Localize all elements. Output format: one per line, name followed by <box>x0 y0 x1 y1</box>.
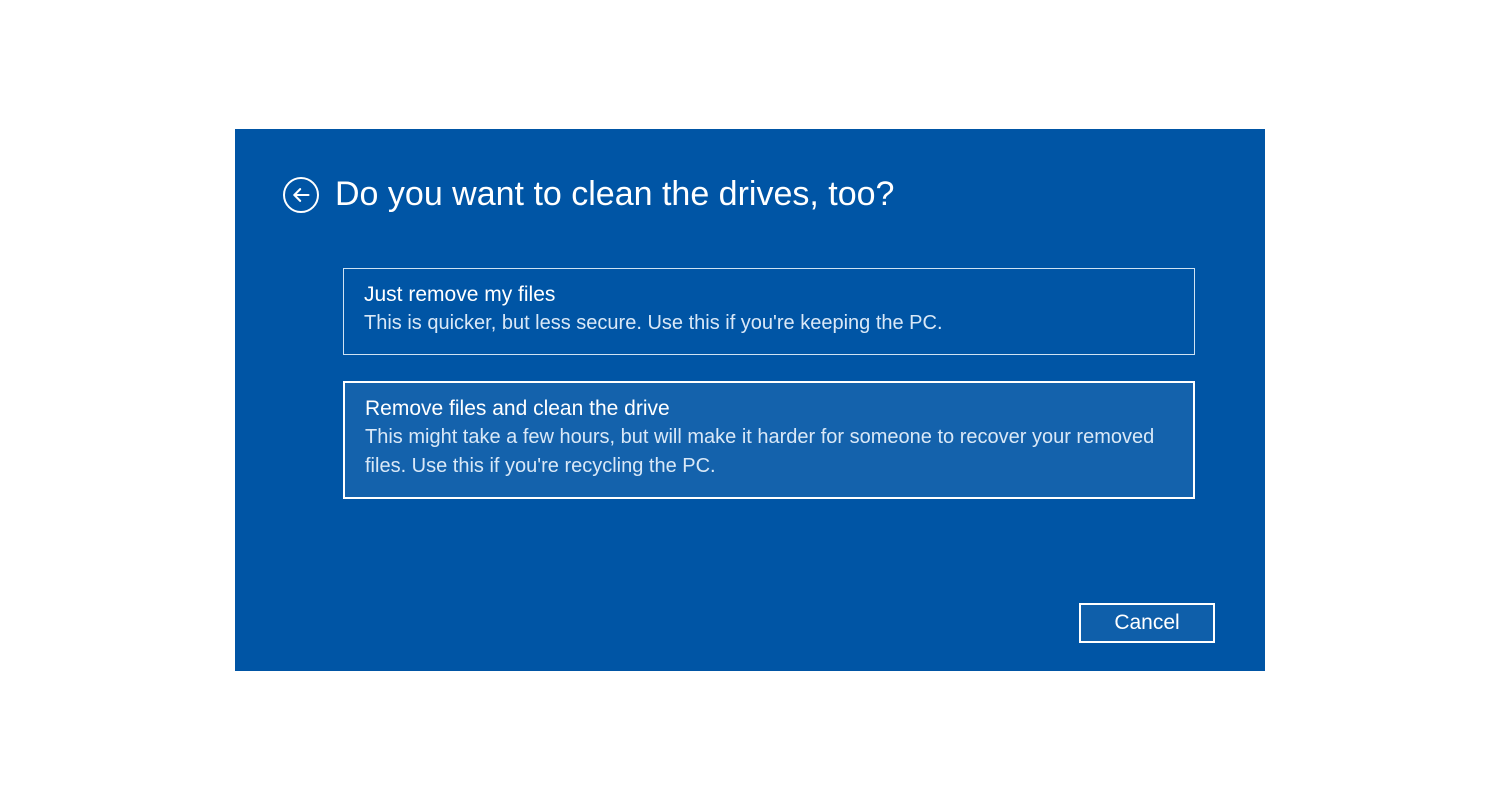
back-arrow-icon[interactable] <box>283 177 319 213</box>
option-description: This is quicker, but less secure. Use th… <box>364 309 1174 338</box>
clean-drives-dialog: Do you want to clean the drives, too? Ju… <box>235 129 1265 671</box>
options-list: Just remove my files This is quicker, bu… <box>343 268 1195 499</box>
cancel-button[interactable]: Cancel <box>1079 603 1215 643</box>
option-description: This might take a few hours, but will ma… <box>365 423 1173 481</box>
dialog-header: Do you want to clean the drives, too? <box>283 175 1215 214</box>
dialog-footer: Cancel <box>1079 603 1215 643</box>
option-title: Just remove my files <box>364 283 1174 307</box>
option-title: Remove files and clean the drive <box>365 397 1173 421</box>
option-just-remove-files[interactable]: Just remove my files This is quicker, bu… <box>343 268 1195 355</box>
dialog-title: Do you want to clean the drives, too? <box>335 175 894 214</box>
option-remove-and-clean[interactable]: Remove files and clean the drive This mi… <box>343 381 1195 499</box>
